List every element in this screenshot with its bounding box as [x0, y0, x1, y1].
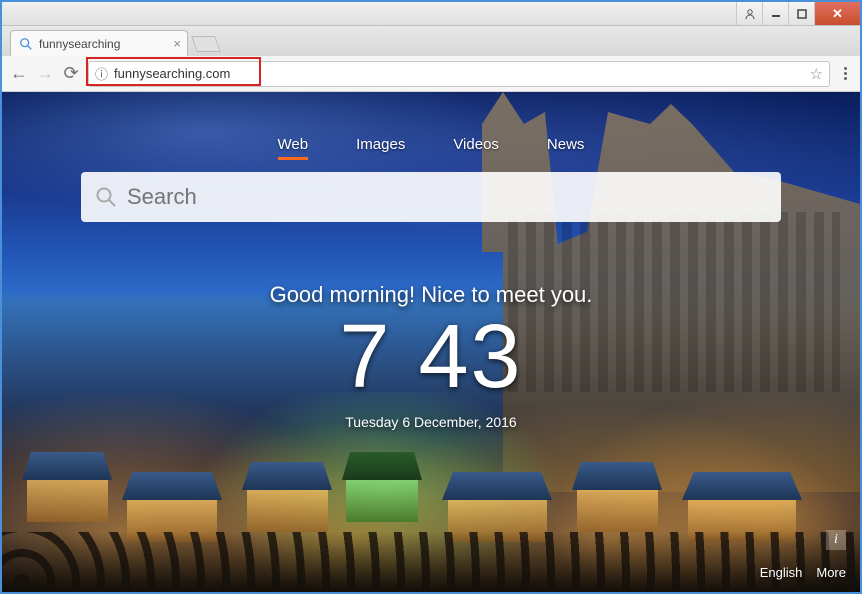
search-category-tabs: Web Images Videos News [278, 136, 585, 160]
nav-back-button[interactable]: ← [10, 63, 28, 84]
search-panel: Web Images Videos News [2, 136, 860, 222]
tab-images[interactable]: Images [356, 136, 405, 160]
browser-menu-button[interactable] [838, 67, 852, 80]
address-bar[interactable]: ⓘ funnysearching.com ☆ [88, 61, 830, 87]
minimize-icon [771, 9, 781, 19]
close-icon: ✕ [832, 6, 843, 22]
tab-web[interactable]: Web [278, 136, 309, 160]
browser-tab[interactable]: funnysearching × [10, 30, 188, 56]
maximize-icon [797, 9, 807, 19]
search-input[interactable] [127, 184, 767, 210]
nav-reload-button[interactable]: ⟳ [62, 63, 80, 84]
window-maximize-button[interactable] [788, 2, 814, 25]
window-user-button[interactable] [736, 2, 762, 25]
more-link[interactable]: More [816, 565, 846, 580]
browser-toolbar: ← → ⟳ ⓘ funnysearching.com ☆ [2, 56, 860, 92]
tab-news[interactable]: News [547, 136, 585, 160]
nav-forward-button[interactable]: → [36, 63, 54, 84]
background-info-button[interactable]: i [826, 530, 846, 550]
url-text: funnysearching.com [114, 66, 230, 81]
date-text: Tuesday 6 December, 2016 [2, 414, 860, 430]
language-link[interactable]: English [760, 565, 803, 580]
page-content: Web Images Videos News Good morning! Nic… [2, 92, 860, 592]
browser-tabstrip: funnysearching × [2, 26, 860, 56]
new-tab-button[interactable] [191, 36, 221, 52]
greeting-text: Good morning! Nice to meet you. [2, 282, 860, 308]
tab-videos[interactable]: Videos [453, 136, 499, 160]
tab-title: funnysearching [39, 37, 120, 51]
clock-time: 7 43 [2, 312, 860, 402]
search-icon [95, 186, 117, 208]
window-minimize-button[interactable] [762, 2, 788, 25]
site-info-icon[interactable]: ⓘ [95, 64, 108, 83]
info-icon: i [834, 532, 838, 548]
bookmark-star-icon[interactable]: ☆ [810, 65, 823, 83]
search-box[interactable] [81, 172, 781, 222]
window-close-button[interactable]: ✕ [814, 2, 860, 25]
tab-close-button[interactable]: × [173, 36, 181, 51]
window-titlebar: ✕ [2, 2, 860, 26]
user-icon [744, 8, 756, 20]
greeting-block: Good morning! Nice to meet you. 7 43 Tue… [2, 282, 860, 430]
favicon-search-icon [19, 37, 33, 51]
footer-links: English More [760, 565, 846, 580]
